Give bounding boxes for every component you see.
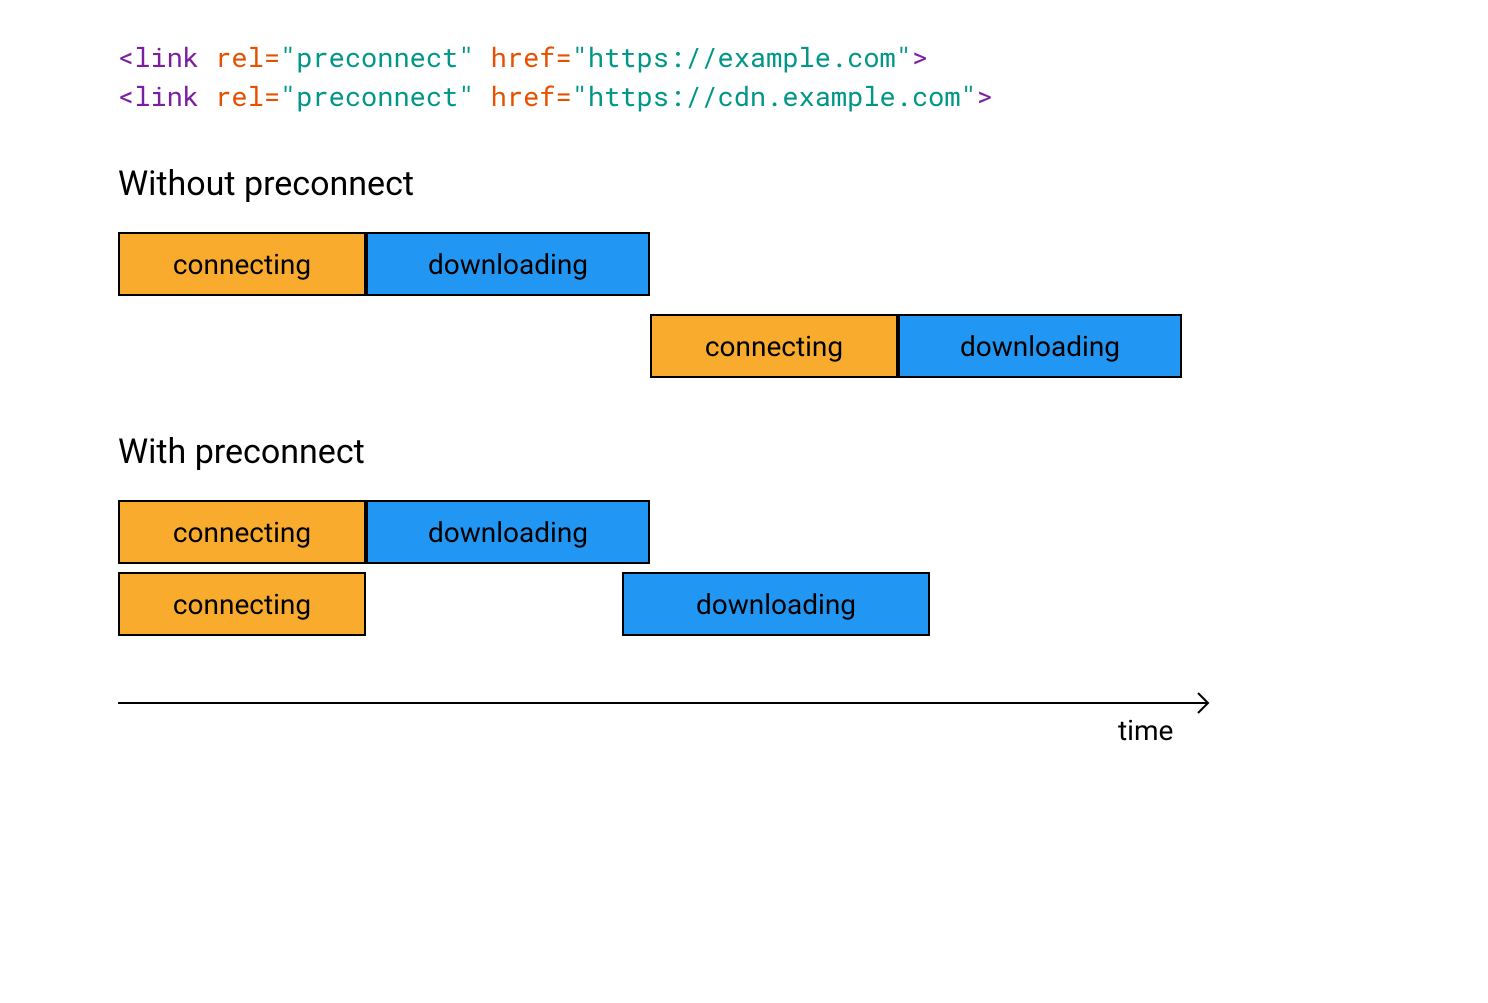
code-tag-close: > <box>912 40 928 75</box>
code-attr-href: href= <box>474 40 571 75</box>
bar-connecting: connecting <box>118 232 366 296</box>
code-line-2: <link rel="preconnect" href="https://cdn… <box>118 77 1370 116</box>
code-val-href: "https://example.com" <box>572 40 912 75</box>
code-tag-open: <link <box>118 79 199 114</box>
arrow-right-icon <box>1186 692 1212 714</box>
code-val-rel: "preconnect" <box>280 40 474 75</box>
timeline-with: connecting downloading connecting downlo… <box>118 500 1370 660</box>
timeline-without: connecting downloading connecting downlo… <box>118 232 1370 392</box>
code-line-1: <link rel="preconnect" href="https://exa… <box>118 38 1370 77</box>
bar-downloading: downloading <box>366 500 650 564</box>
code-attr-rel: rel= <box>199 40 280 75</box>
bar-downloading: downloading <box>898 314 1182 378</box>
code-val-rel: "preconnect" <box>280 79 474 114</box>
bar-downloading: downloading <box>366 232 650 296</box>
bar-connecting: connecting <box>118 500 366 564</box>
code-tag-open: <link <box>118 40 199 75</box>
section-title-with: With preconnect <box>118 432 1370 472</box>
bar-connecting: connecting <box>650 314 898 378</box>
axis-line <box>118 702 1192 704</box>
code-val-href: "https://cdn.example.com" <box>572 79 977 114</box>
code-attr-rel: rel= <box>199 79 280 114</box>
code-tag-close: > <box>977 79 993 114</box>
bar-downloading: downloading <box>622 572 930 636</box>
bar-connecting: connecting <box>118 572 366 636</box>
code-attr-href: href= <box>474 79 571 114</box>
code-snippet: <link rel="preconnect" href="https://exa… <box>118 38 1370 116</box>
axis-label-time: time <box>1118 714 1173 747</box>
time-axis: time <box>118 692 1370 742</box>
section-title-without: Without preconnect <box>118 164 1370 204</box>
